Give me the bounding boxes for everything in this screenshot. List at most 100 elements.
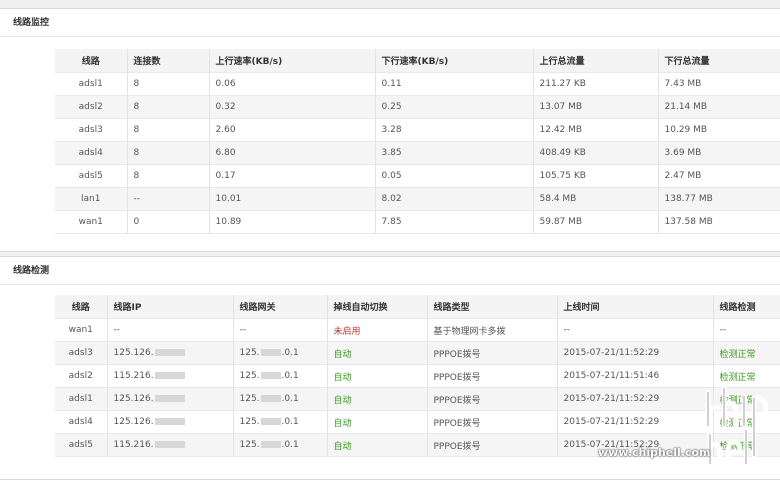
- table-cell: 8: [127, 141, 210, 165]
- table-cell: 12.42 MB: [533, 118, 659, 142]
- watermark-text: www.chiphell.com: [598, 446, 711, 459]
- table-row: adsl2 115.216. 125. .0.1 自动 PPPOE拨号 2015-07-21…: [55, 364, 780, 388]
- line-name-cell: adsl4: [55, 141, 128, 165]
- table-cell: 7.43 MB: [658, 72, 780, 96]
- column-header: 线路IP: [107, 295, 234, 319]
- line-name-cell: adsl1: [55, 387, 108, 411]
- line-name-cell: adsl2: [55, 95, 128, 119]
- gateway-text: 125.: [239, 371, 260, 381]
- table-cell: 0.25: [375, 95, 534, 119]
- line-type-cell: PPPOE拨号: [427, 364, 558, 388]
- gateway-text: --: [239, 325, 247, 335]
- column-header: 下行总流量: [658, 49, 780, 73]
- gateway-cell: 125. .0.1: [233, 433, 328, 457]
- redacted-mask: [154, 349, 185, 356]
- redacted-mask: [154, 372, 185, 379]
- line-type-cell: PPPOE拨号: [427, 387, 558, 411]
- line-name-cell: adsl2: [55, 364, 108, 388]
- ip-text: --: [113, 325, 121, 335]
- table-cell: 2.60: [209, 118, 376, 142]
- table-row: adsl3 8 2.60 3.28 12.42 MB 10.29 MB: [55, 118, 780, 142]
- gateway-text: 125.: [239, 348, 260, 358]
- table-row: adsl3 125.126. 125. .0.1 自动 PPPOE拨号 2015-07-21…: [55, 341, 780, 365]
- auto-switch-cell: 自动: [327, 433, 428, 457]
- ip-text: 115.216.: [113, 371, 154, 381]
- redacted-mask: [154, 395, 185, 402]
- online-time-cell: 2015-07-21/11:52:29: [557, 410, 714, 434]
- gateway-text: 125.: [239, 394, 260, 404]
- column-header: 线路检测: [713, 295, 780, 319]
- gateway-text: 125.: [239, 440, 260, 450]
- ip-cell: 115.216.: [107, 364, 234, 388]
- table-cell: 0: [127, 210, 210, 234]
- gateway-cell: 125. .0.1: [233, 387, 328, 411]
- ip-cell: 125.126.: [107, 341, 234, 365]
- gateway-tail-text: .0.1: [281, 371, 299, 381]
- gateway-tail-text: .0.1: [281, 440, 299, 450]
- table-cell: 137.58 MB: [658, 210, 780, 234]
- table-cell: 6.80: [209, 141, 376, 165]
- table-cell: 21.14 MB: [658, 95, 780, 119]
- table-cell: 10.01: [209, 187, 376, 211]
- column-header: 上线时间: [557, 295, 714, 319]
- gateway-cell: 125. .0.1: [233, 364, 328, 388]
- line-name-cell: adsl4: [55, 410, 108, 434]
- online-time-cell: 2015-07-21/11:52:29: [557, 387, 714, 411]
- table-row: adsl1 8 0.06 0.11 211.27 KB 7.43 MB: [55, 72, 780, 96]
- redacted-mask: [260, 349, 281, 356]
- table-cell: 13.07 MB: [533, 95, 659, 119]
- redacted-mask: [154, 418, 185, 425]
- line-type-cell: PPPOE拨号: [427, 341, 558, 365]
- table-cell: 8: [127, 164, 210, 188]
- line-name-cell: wan1: [55, 210, 128, 234]
- gateway-text: 125.: [239, 417, 260, 427]
- line-name-cell: adsl3: [55, 118, 128, 142]
- line-check-cell: --: [713, 318, 780, 342]
- table-cell: 10.29 MB: [658, 118, 780, 142]
- line-name-cell: adsl1: [55, 72, 128, 96]
- gateway-cell: --: [233, 318, 328, 342]
- table-cell: 408.49 KB: [533, 141, 659, 165]
- table-row: adsl4 8 6.80 3.85 408.49 KB 3.69 MB: [55, 141, 780, 165]
- column-header: 下行速率(KB/s): [375, 49, 534, 73]
- table-cell: 0.17: [209, 164, 376, 188]
- column-header: 线路类型: [427, 295, 558, 319]
- table-row: adsl4 125.126. 125. .0.1 自动 PPPOE拨号 2015-07-21…: [55, 410, 780, 434]
- line-type-cell: PPPOE拨号: [427, 410, 558, 434]
- table-cell: 10.89: [209, 210, 376, 234]
- table-cell: 2.47 MB: [658, 164, 780, 188]
- line-detect-table: 线路 线路IP 线路网关 掉线自动切换 线路类型 上线时间 线路检测 wan1-…: [55, 295, 780, 457]
- line-monitor-table: 线路 连接数 上行速率(KB/s) 下行速率(KB/s) 上行总流量 下行总流量…: [55, 49, 780, 234]
- table-cell: 211.27 KB: [533, 72, 659, 96]
- column-header: 上行速率(KB/s): [209, 49, 376, 73]
- redacted-mask: [260, 395, 281, 402]
- table-cell: 8: [127, 95, 210, 119]
- table-cell: 3.28: [375, 118, 534, 142]
- table-cell: 0.06: [209, 72, 376, 96]
- auto-switch-cell: 自动: [327, 410, 428, 434]
- table-cell: 138.77 MB: [658, 187, 780, 211]
- auto-switch-cell: 自动: [327, 387, 428, 411]
- line-type-cell: 基于物理网卡多拨: [427, 318, 558, 342]
- divider: [0, 284, 780, 285]
- ip-cell: 125.126.: [107, 387, 234, 411]
- gateway-tail-text: .0.1: [281, 417, 299, 427]
- column-header: 线路: [55, 49, 128, 73]
- line-name-cell: adsl5: [55, 433, 108, 457]
- gateway-tail-text: .0.1: [281, 348, 299, 358]
- online-time-cell: 2015-07-21/11:51:46: [557, 364, 714, 388]
- table-header-row: 线路 连接数 上行速率(KB/s) 下行速率(KB/s) 上行总流量 下行总流量: [55, 49, 780, 73]
- table-cell: 3.85: [375, 141, 534, 165]
- gateway-cell: 125. .0.1: [233, 410, 328, 434]
- table-cell: 58.4 MB: [533, 187, 659, 211]
- column-header: 上行总流量: [533, 49, 659, 73]
- table-cell: 59.87 MB: [533, 210, 659, 234]
- table-cell: 0.11: [375, 72, 534, 96]
- column-header: 线路: [55, 295, 108, 319]
- online-time-cell: --: [557, 318, 714, 342]
- table-cell: 8: [127, 72, 210, 96]
- ip-text: 125.126.: [113, 417, 154, 427]
- column-header: 线路网关: [233, 295, 328, 319]
- gateway-tail-text: .0.1: [281, 394, 299, 404]
- line-monitor-panel: 线路监控 线路 连接数 上行速率(KB/s) 下行速率(KB/s) 上行总流量 …: [0, 8, 780, 252]
